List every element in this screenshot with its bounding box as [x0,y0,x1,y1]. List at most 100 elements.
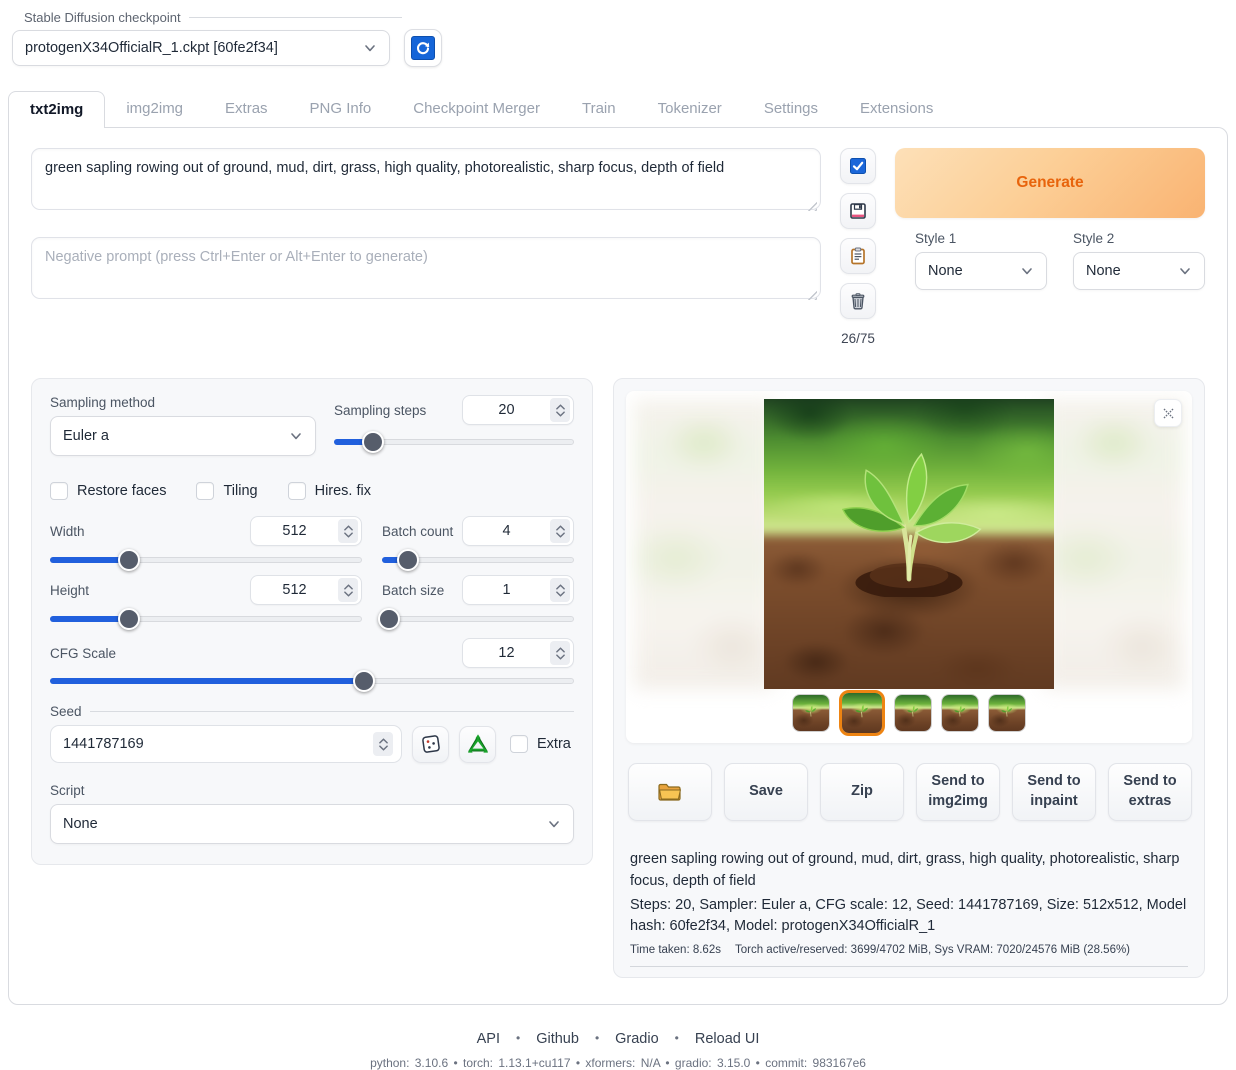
restore-faces-checkbox[interactable]: Restore faces [50,482,166,500]
thumbnail-5[interactable] [988,694,1026,732]
batch-size-slider[interactable] [382,616,574,622]
dice-icon [420,733,442,755]
width-slider[interactable] [50,557,362,563]
save-button[interactable]: Save [724,763,808,821]
width-input[interactable]: 512 [250,516,362,546]
seed-label: Seed [50,704,90,719]
thumbnail-3[interactable] [894,694,932,732]
checkpoint-dropdown[interactable]: protogenX34OfficialR_1.ckpt [60fe2f34] [12,30,390,66]
spinner-icon[interactable] [550,398,570,422]
sampling-steps-slider[interactable] [334,439,574,445]
thumbnail-2-selected[interactable] [839,690,885,736]
prompt-textarea[interactable]: green sapling rowing out of ground, mud,… [31,148,821,210]
stable-diffusion-webui: Stable Diffusion checkpoint protogenX34O… [0,0,1236,1070]
tiling-checkbox[interactable]: Tiling [196,482,257,500]
bullet-separator: • [595,1031,599,1045]
time-taken: Time taken: 8.62s [630,944,721,956]
script-dropdown[interactable]: None [50,804,574,844]
style2-label: Style 2 [1073,231,1205,246]
batch-size-input[interactable]: 1 [462,575,574,605]
close-gallery-button[interactable] [1154,399,1182,427]
slider-handle[interactable] [362,431,384,453]
prompt-tools-column: 26/75 [836,148,880,346]
tab-checkpoint-merger[interactable]: Checkpoint Merger [392,91,561,127]
checkpoint-label-row: Stable Diffusion checkpoint [24,10,402,25]
send-to-img2img-button[interactable]: Send to img2img [916,763,1000,821]
tab-img2img[interactable]: img2img [105,91,204,127]
save-style-button[interactable] [840,193,876,229]
spinner-icon[interactable] [550,578,570,602]
checkpoint-header: Stable Diffusion checkpoint protogenX34O… [0,10,1236,67]
generated-image[interactable] [764,399,1054,689]
cfg-scale-input[interactable]: 12 [462,638,574,668]
batch-count-slider[interactable] [382,557,574,563]
chevron-down-icon [289,429,303,443]
gallery-backdrop-left [634,399,774,689]
version-info: python: 3.10.6 • torch: 1.13.1+cu117 • x… [0,1056,1236,1070]
reuse-seed-button[interactable] [459,726,496,763]
negative-prompt-textarea[interactable] [31,237,821,299]
generation-info-performance: Time taken: 8.62sTorch active/reserved: … [630,944,1188,967]
checkbox-icon [50,482,68,500]
checkbox-icon [196,482,214,500]
batch-size-label: Batch size [382,583,444,598]
height-label: Height [50,583,89,598]
random-seed-button[interactable] [412,726,449,763]
close-icon [1162,407,1175,420]
slider-handle[interactable] [118,549,140,571]
open-folder-button[interactable] [628,763,712,821]
generation-info: green sapling rowing out of ground, mud,… [626,849,1192,967]
refresh-checkpoints-button[interactable] [404,29,442,67]
style2-dropdown[interactable]: None [1073,252,1205,290]
slider-handle[interactable] [118,608,140,630]
tab-png-info[interactable]: PNG Info [289,91,393,127]
send-to-inpaint-button[interactable]: Send to inpaint [1012,763,1096,821]
spinner-icon[interactable] [550,641,570,665]
reload-ui-link[interactable]: Reload UI [695,1031,759,1047]
slider-handle[interactable] [397,549,419,571]
folder-icon [657,781,683,803]
tab-txt2img[interactable]: txt2img [8,91,105,128]
zip-button[interactable]: Zip [820,763,904,821]
recycle-icon [467,733,489,755]
tab-extras[interactable]: Extras [204,91,289,127]
spinner-icon[interactable] [373,732,393,756]
sampling-steps-input[interactable]: 20 [462,395,574,425]
hires-fix-checkbox[interactable]: Hires. fix [288,482,371,500]
tab-train[interactable]: Train [561,91,637,127]
clear-prompt-button[interactable] [840,283,876,319]
slider-handle[interactable] [378,608,400,630]
script-label: Script [50,783,574,798]
generate-button[interactable]: Generate [895,148,1205,218]
height-slider[interactable] [50,616,362,622]
thumbnail-strip [626,690,1192,736]
tab-extensions[interactable]: Extensions [839,91,954,127]
thumbnail-4[interactable] [941,694,979,732]
extra-seed-checkbox[interactable]: Extra [510,735,571,753]
tab-tokenizer[interactable]: Tokenizer [637,91,743,127]
spinner-icon[interactable] [338,519,358,543]
gradio-link[interactable]: Gradio [615,1031,659,1047]
txt2img-panel: green sapling rowing out of ground, mud,… [8,127,1228,1005]
cfg-scale-slider[interactable] [50,678,574,684]
spinner-icon[interactable] [338,578,358,602]
sampling-method-dropdown[interactable]: Euler a [50,416,316,456]
batch-count-input[interactable]: 4 [462,516,574,546]
script-value: None [63,816,547,832]
height-input[interactable]: 512 [250,575,362,605]
label-divider [90,711,574,712]
spinner-icon[interactable] [550,519,570,543]
github-link[interactable]: Github [536,1031,579,1047]
main-tabs: txt2img img2img Extras PNG Info Checkpoi… [0,91,1236,127]
seed-input[interactable] [50,725,402,763]
tab-settings[interactable]: Settings [743,91,839,127]
api-link[interactable]: API [477,1031,500,1047]
style1-dropdown[interactable]: None [915,252,1047,290]
paste-params-button[interactable] [840,148,876,184]
slider-handle[interactable] [353,670,375,692]
thumbnail-1[interactable] [792,694,830,732]
apply-style-button[interactable] [840,238,876,274]
chevron-down-icon [547,817,561,831]
send-to-extras-button[interactable]: Send to extras [1108,763,1192,821]
style1-value: None [928,263,1020,279]
